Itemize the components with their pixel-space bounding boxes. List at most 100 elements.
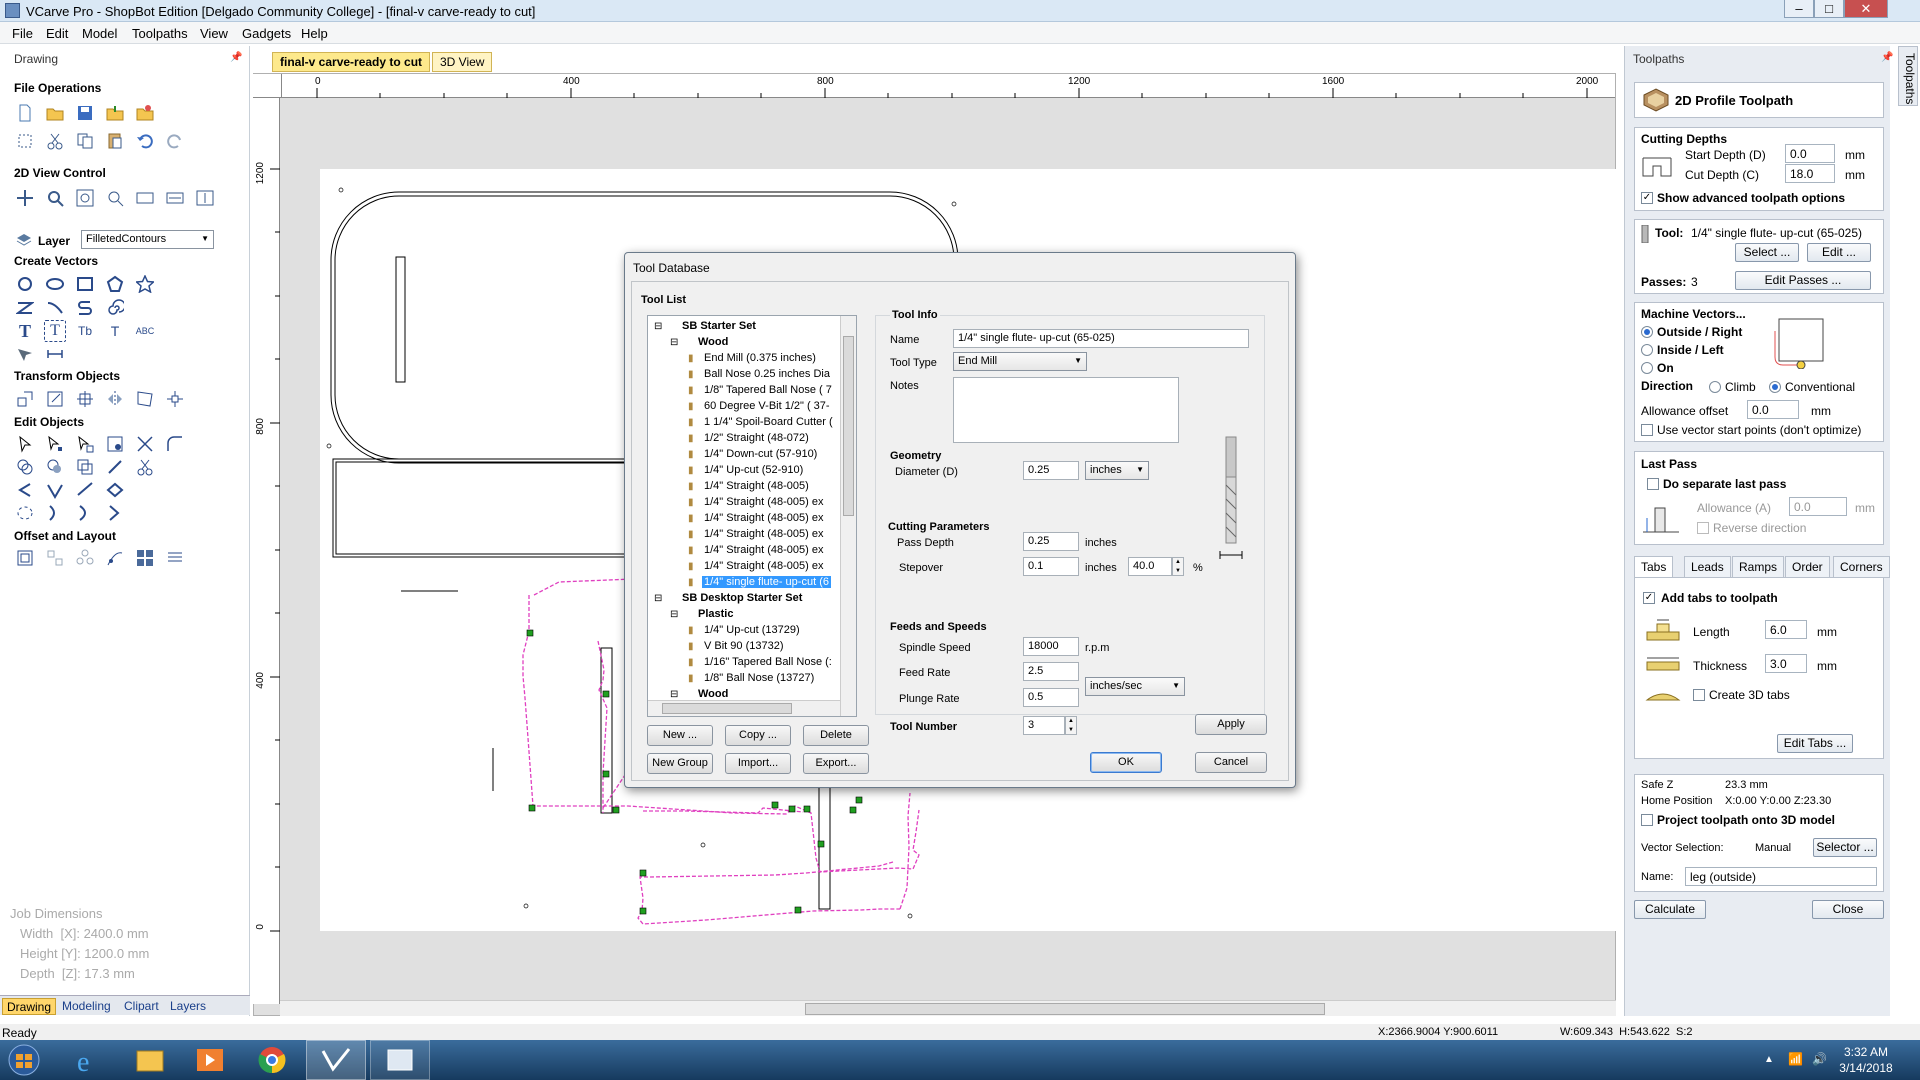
- media-player-icon[interactable]: [186, 1040, 234, 1080]
- menu-toolpaths[interactable]: Toolpaths: [132, 26, 188, 41]
- climb-radio[interactable]: [1709, 381, 1721, 393]
- extend-icon[interactable]: [74, 479, 96, 501]
- scrollbar-thumb[interactable]: [805, 1003, 1325, 1015]
- node-edit-icon[interactable]: [44, 433, 66, 455]
- curve-icon[interactable]: [44, 297, 66, 319]
- stepover-percent-input[interactable]: 40.0: [1128, 557, 1172, 576]
- toolpath-name-input[interactable]: leg (outside): [1685, 867, 1877, 886]
- cut-icon[interactable]: [44, 130, 66, 152]
- copy-along-vector-icon[interactable]: [104, 547, 126, 569]
- doc-tab-3d[interactable]: 3D View: [432, 52, 493, 72]
- new-file-icon[interactable]: [14, 102, 36, 124]
- start-button[interactable]: [0, 1040, 48, 1080]
- paste-icon[interactable]: [104, 130, 126, 152]
- line-segment-icon[interactable]: [104, 502, 126, 524]
- maximize-button[interactable]: □: [1814, 0, 1844, 18]
- show-advanced-checkbox[interactable]: ✓: [1641, 192, 1653, 204]
- save-icon[interactable]: [74, 102, 96, 124]
- tool-tree[interactable]: ⊟ SB Starter Set ⊟ Wood ▮ End Mill (0.375 inc…: [647, 315, 857, 717]
- conventional-option[interactable]: Conventional: [1769, 380, 1855, 394]
- polyline-icon[interactable]: [14, 297, 36, 319]
- tab-modeling[interactable]: Modeling: [58, 998, 115, 1015]
- open-file-icon[interactable]: [44, 102, 66, 124]
- copy-tool-button[interactable]: Copy ...: [725, 725, 791, 746]
- toolpaths-side-tab[interactable]: Toolpaths: [1898, 46, 1918, 106]
- menu-view[interactable]: View: [200, 26, 228, 41]
- outside-option[interactable]: Outside / Right: [1641, 325, 1742, 339]
- draw-tool-icon[interactable]: [14, 343, 36, 365]
- tab-leads[interactable]: Leads: [1684, 556, 1731, 578]
- view-sheet-icon[interactable]: [134, 187, 156, 209]
- close-window-button[interactable]: ✕: [1844, 0, 1888, 18]
- pan-icon[interactable]: [14, 187, 36, 209]
- menu-model[interactable]: Model: [82, 26, 117, 41]
- project-toolpath-row[interactable]: Project toolpath onto 3D model: [1641, 813, 1835, 827]
- on-option[interactable]: On: [1641, 361, 1674, 375]
- close-toolpath-button[interactable]: Close: [1812, 900, 1884, 919]
- tab-ramps[interactable]: Ramps: [1732, 556, 1785, 578]
- selector-button[interactable]: Selector ...: [1813, 838, 1877, 857]
- delete-tool-button[interactable]: Delete: [803, 725, 869, 746]
- ok-button[interactable]: OK: [1090, 752, 1162, 773]
- tab-clipart[interactable]: Clipart: [120, 998, 163, 1015]
- view-height-icon[interactable]: [194, 187, 216, 209]
- menu-gadgets[interactable]: Gadgets: [242, 26, 291, 41]
- create-3d-tabs-row[interactable]: Create 3D tabs: [1693, 688, 1790, 702]
- doc-tab-2d[interactable]: final-v carve-ready to cut: [272, 52, 431, 72]
- diameter-input[interactable]: 0.25: [1023, 461, 1079, 480]
- allowance-a-input[interactable]: 0.0: [1789, 497, 1847, 516]
- separate-last-checkbox[interactable]: [1647, 478, 1659, 490]
- spell-check-icon[interactable]: ABC: [134, 320, 156, 342]
- menu-file[interactable]: File: [12, 26, 33, 41]
- join-icon[interactable]: [104, 456, 126, 478]
- reverse-direction-row[interactable]: Reverse direction: [1697, 521, 1806, 535]
- pin-icon[interactable]: 📌: [1881, 52, 1893, 63]
- set-size-icon[interactable]: [164, 388, 186, 410]
- bezier-icon[interactable]: [74, 502, 96, 524]
- conventional-radio[interactable]: [1769, 381, 1781, 393]
- tab-tabs[interactable]: Tabs: [1634, 556, 1674, 578]
- rate-units-select[interactable]: inches/sec: [1085, 677, 1185, 696]
- cut-depth-input[interactable]: 18.0: [1785, 164, 1835, 183]
- copy-icon[interactable]: [74, 130, 96, 152]
- outside-radio[interactable]: [1641, 326, 1653, 338]
- distort-icon[interactable]: [134, 388, 156, 410]
- intersect-icon[interactable]: [74, 456, 96, 478]
- tab-order[interactable]: Order: [1785, 556, 1830, 578]
- show-advanced-row[interactable]: ✓ Show advanced toolpath options: [1641, 191, 1845, 205]
- network-icon[interactable]: 📶: [1788, 1052, 1803, 1066]
- horizontal-scrollbar[interactable]: [280, 1000, 1616, 1016]
- tree-scroll-thumb[interactable]: [843, 336, 854, 516]
- export-tool-button[interactable]: Export...: [803, 753, 869, 774]
- menu-edit[interactable]: Edit: [46, 26, 68, 41]
- spline-icon[interactable]: [74, 297, 96, 319]
- rectangle-icon[interactable]: [74, 273, 96, 295]
- offset-icon[interactable]: [14, 547, 36, 569]
- tab-thickness-input[interactable]: 3.0: [1765, 654, 1807, 673]
- transform-mode-icon[interactable]: [74, 433, 96, 455]
- feed-rate-input[interactable]: 2.5: [1023, 662, 1079, 681]
- view-width-icon[interactable]: [164, 187, 186, 209]
- subtract-icon[interactable]: [44, 456, 66, 478]
- import-tool-button[interactable]: Import...: [725, 753, 791, 774]
- star-icon[interactable]: [134, 273, 156, 295]
- tab-corners[interactable]: Corners: [1833, 556, 1890, 578]
- plunge-rate-input[interactable]: 0.5: [1023, 688, 1079, 707]
- vector-texture-icon[interactable]: [164, 547, 186, 569]
- undo-icon[interactable]: [134, 130, 156, 152]
- tool-number-spinner[interactable]: ▲ ▼: [1065, 716, 1077, 735]
- apply-button[interactable]: Apply: [1195, 714, 1267, 735]
- allowance-input[interactable]: 0.0: [1747, 400, 1799, 419]
- new-group-button[interactable]: New Group: [647, 753, 713, 774]
- use-vector-start-row[interactable]: Use vector start points (don't optimize): [1641, 423, 1861, 437]
- tree-hscroll-thumb[interactable]: [662, 703, 792, 714]
- redo-icon[interactable]: [164, 130, 186, 152]
- nesting-icon[interactable]: [134, 547, 156, 569]
- pass-depth-input[interactable]: 0.25: [1023, 532, 1079, 551]
- fit-curves-icon[interactable]: [14, 502, 36, 524]
- spiral-icon[interactable]: [104, 297, 126, 319]
- tab-layers[interactable]: Layers: [166, 998, 210, 1015]
- dimension-icon[interactable]: [44, 343, 66, 365]
- notes-textarea[interactable]: [953, 377, 1179, 443]
- align-icon[interactable]: [74, 388, 96, 410]
